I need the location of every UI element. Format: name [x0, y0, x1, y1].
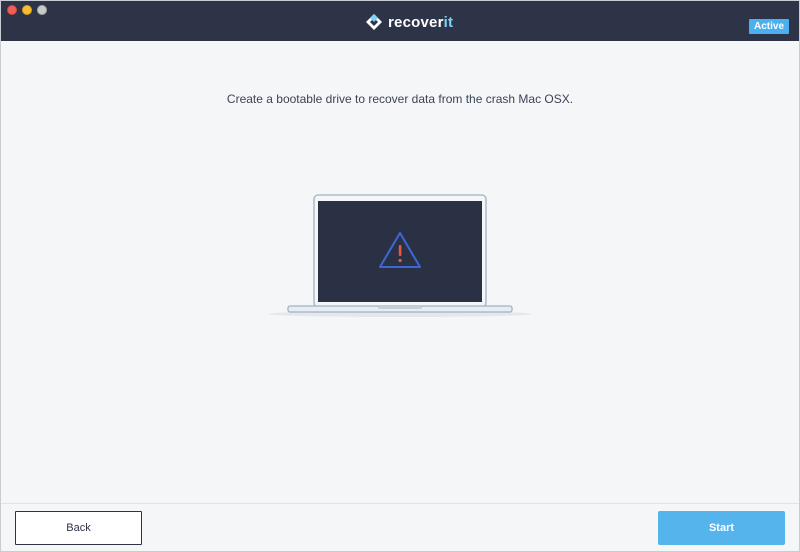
app-window: recoverit Active Create a bootable drive… [0, 0, 800, 552]
laptop-warning-icon [268, 194, 532, 317]
instruction-text: Create a bootable drive to recover data … [226, 92, 574, 106]
recoverit-logo-icon [366, 14, 382, 30]
close-window-button[interactable] [7, 5, 17, 15]
title-bar: recoverit Active [1, 1, 799, 41]
back-button[interactable]: Back [15, 511, 142, 545]
zoom-window-button[interactable] [37, 5, 47, 15]
window-controls [7, 5, 47, 15]
brand-name: recover [388, 13, 444, 31]
minimize-window-button[interactable] [22, 5, 32, 15]
app-logo: recoverit [365, 13, 453, 31]
footer-bar: Back Start [1, 503, 799, 551]
status-badge: Active [748, 19, 789, 34]
start-button[interactable]: Start [658, 511, 785, 545]
brand-name-accent: it [443, 13, 454, 31]
